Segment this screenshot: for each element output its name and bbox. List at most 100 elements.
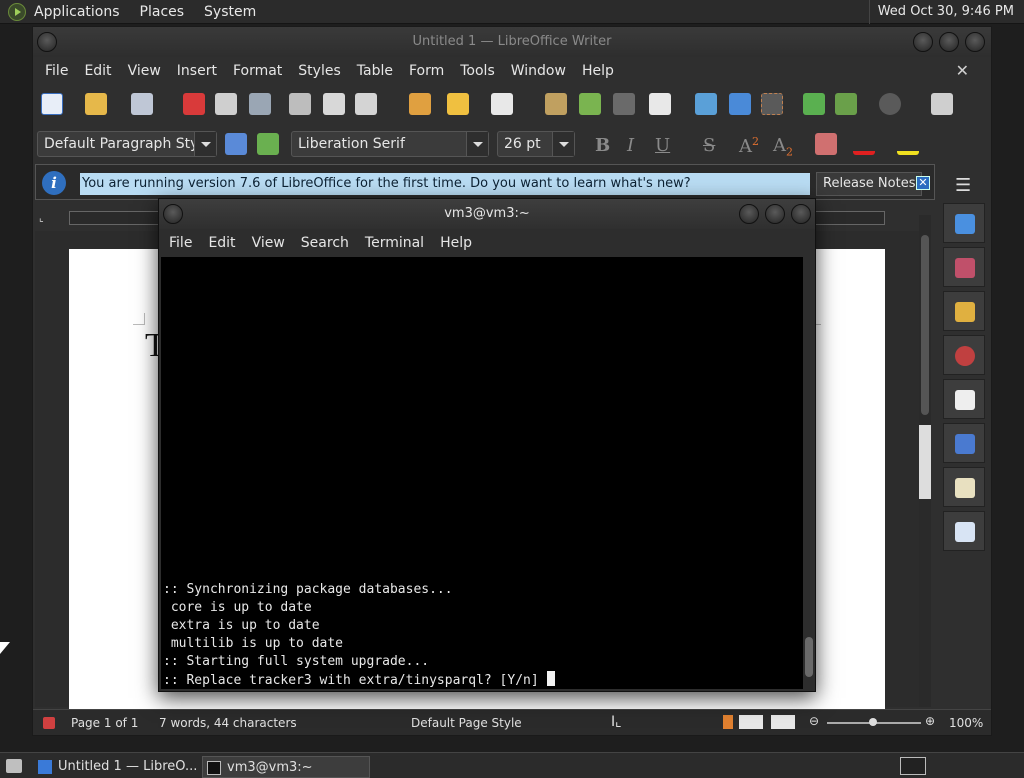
formatting-marks-icon[interactable] bbox=[613, 93, 635, 115]
menu-format[interactable]: Format bbox=[225, 63, 290, 79]
vertical-scrollbar[interactable] bbox=[919, 215, 931, 707]
system-menu[interactable]: System bbox=[204, 4, 256, 20]
terminal-menu-search[interactable]: Search bbox=[293, 235, 357, 251]
sidebar-page-button[interactable] bbox=[943, 379, 985, 419]
insert-field-icon[interactable] bbox=[835, 93, 857, 115]
font-size-select[interactable]: 26 pt bbox=[497, 131, 575, 157]
sidebar-gallery-button[interactable] bbox=[943, 291, 985, 331]
page-break-icon[interactable] bbox=[803, 93, 825, 115]
menu-styles[interactable]: Styles bbox=[290, 63, 348, 79]
release-notes-button[interactable]: Release Notes bbox=[816, 172, 923, 196]
open-folder-icon[interactable] bbox=[85, 93, 107, 115]
update-style-icon[interactable] bbox=[225, 133, 247, 155]
undo-icon[interactable] bbox=[447, 93, 469, 115]
sidebar-properties-button[interactable] bbox=[943, 203, 985, 243]
terminal-prompt-line[interactable]: :: Replace tracker3 with extra/tinysparq… bbox=[163, 671, 555, 689]
sidebar-navigator-button[interactable] bbox=[943, 335, 985, 375]
zoom-out-icon[interactable]: ⊖ bbox=[809, 714, 819, 728]
new-document-icon[interactable] bbox=[41, 93, 63, 115]
terminal-screen[interactable]: :: Synchronizing package databases... co… bbox=[161, 257, 803, 689]
menu-edit[interactable]: Edit bbox=[76, 63, 119, 79]
book-view-icon[interactable] bbox=[771, 715, 795, 729]
export-pdf-icon[interactable] bbox=[183, 93, 205, 115]
terminal-titlebar[interactable]: vm3@vm3:~ bbox=[159, 199, 815, 229]
sidebar-manage-changes-button[interactable] bbox=[943, 467, 985, 507]
italic-icon[interactable]: I bbox=[627, 135, 634, 156]
hyperlink-icon[interactable] bbox=[931, 93, 953, 115]
font-color-icon[interactable] bbox=[853, 133, 875, 155]
menu-insert[interactable]: Insert bbox=[169, 63, 225, 79]
paragraph-style-select[interactable]: Default Paragraph Style bbox=[37, 131, 217, 157]
maximize-icon[interactable] bbox=[765, 204, 785, 224]
bold-icon[interactable]: B bbox=[595, 135, 610, 156]
zoom-slider-handle[interactable] bbox=[869, 718, 877, 726]
distro-logo-icon[interactable] bbox=[8, 2, 26, 21]
applications-menu[interactable]: Applications bbox=[34, 4, 120, 20]
cut-icon[interactable] bbox=[289, 93, 311, 115]
workspace-switcher-icon[interactable] bbox=[900, 757, 926, 775]
chevron-down-icon[interactable] bbox=[552, 132, 574, 156]
underline-icon[interactable]: U bbox=[655, 135, 670, 156]
taskbar-item-writer[interactable]: Untitled 1 — LibreO... bbox=[34, 756, 198, 778]
writer-titlebar[interactable]: Untitled 1 — LibreOffice Writer bbox=[33, 27, 991, 57]
terminal-menu-edit[interactable]: Edit bbox=[200, 235, 243, 251]
menu-help[interactable]: Help bbox=[574, 63, 622, 79]
menu-file[interactable]: File bbox=[37, 63, 76, 79]
terminal-scrollbar[interactable] bbox=[803, 257, 815, 689]
sidebar-splitter[interactable] bbox=[919, 425, 931, 499]
chevron-down-icon[interactable] bbox=[194, 132, 216, 156]
scrollbar-thumb[interactable] bbox=[805, 637, 813, 677]
close-infobar-icon[interactable]: ✕ bbox=[916, 176, 930, 190]
terminal-menu-file[interactable]: File bbox=[161, 235, 200, 251]
menu-tools[interactable]: Tools bbox=[452, 63, 503, 79]
close-document-icon[interactable]: ✕ bbox=[948, 61, 977, 80]
minimize-icon[interactable] bbox=[739, 204, 759, 224]
zoom-level[interactable]: 100% bbox=[949, 716, 983, 730]
word-count[interactable]: 7 words, 44 characters bbox=[159, 716, 297, 730]
spelling-icon[interactable] bbox=[579, 93, 601, 115]
clock[interactable]: Wed Oct 30, 9:46 PM bbox=[868, 0, 1024, 24]
insert-image-icon[interactable] bbox=[695, 93, 717, 115]
window-menu-icon[interactable] bbox=[163, 204, 183, 224]
paste-icon[interactable] bbox=[355, 93, 377, 115]
strikethrough-icon[interactable]: S bbox=[703, 135, 715, 156]
taskbar-item-terminal[interactable]: vm3@vm3:~ bbox=[202, 756, 370, 778]
terminal-menu-terminal[interactable]: Terminal bbox=[357, 235, 432, 251]
new-style-icon[interactable] bbox=[257, 133, 279, 155]
clone-formatting-icon[interactable] bbox=[409, 93, 431, 115]
font-name-select[interactable]: Liberation Serif bbox=[291, 131, 489, 157]
find-replace-icon[interactable] bbox=[545, 93, 567, 115]
copy-icon[interactable] bbox=[323, 93, 345, 115]
menu-view[interactable]: View bbox=[120, 63, 169, 79]
print-icon[interactable] bbox=[215, 93, 237, 115]
single-page-view-icon[interactable] bbox=[723, 715, 733, 729]
places-menu[interactable]: Places bbox=[140, 4, 185, 20]
tab-stop-icon[interactable]: ⌞ bbox=[39, 213, 44, 224]
sidebar-menu-icon[interactable]: ☰ bbox=[955, 175, 971, 196]
terminal-menu-view[interactable]: View bbox=[244, 235, 293, 251]
terminal-menu-help[interactable]: Help bbox=[432, 235, 480, 251]
sidebar-design-button[interactable] bbox=[943, 511, 985, 551]
menu-window[interactable]: Window bbox=[503, 63, 574, 79]
insert-chart-icon[interactable] bbox=[729, 93, 751, 115]
multi-page-view-icon[interactable] bbox=[739, 715, 763, 729]
subscript-icon[interactable]: A2 bbox=[773, 135, 793, 159]
document-modified-icon[interactable] bbox=[43, 717, 55, 729]
insert-table-icon[interactable] bbox=[649, 93, 671, 115]
show-desktop-icon[interactable] bbox=[6, 759, 22, 773]
close-window-icon[interactable] bbox=[965, 32, 985, 52]
sidebar-styles-button[interactable] bbox=[943, 247, 985, 287]
zoom-in-icon[interactable]: ⊕ bbox=[925, 714, 935, 728]
print-preview-icon[interactable] bbox=[249, 93, 271, 115]
menu-form[interactable]: Form bbox=[401, 63, 452, 79]
insert-textbox-icon[interactable] bbox=[761, 93, 783, 115]
save-icon[interactable] bbox=[131, 93, 153, 115]
menu-table[interactable]: Table bbox=[349, 63, 401, 79]
minimize-icon[interactable] bbox=[913, 32, 933, 52]
page-count[interactable]: Page 1 of 1 bbox=[71, 716, 138, 730]
scrollbar-thumb[interactable] bbox=[921, 235, 929, 415]
page-style[interactable]: Default Page Style bbox=[411, 716, 522, 730]
clear-formatting-icon[interactable] bbox=[815, 133, 837, 155]
chevron-down-icon[interactable] bbox=[466, 132, 488, 156]
redo-icon[interactable] bbox=[491, 93, 513, 115]
